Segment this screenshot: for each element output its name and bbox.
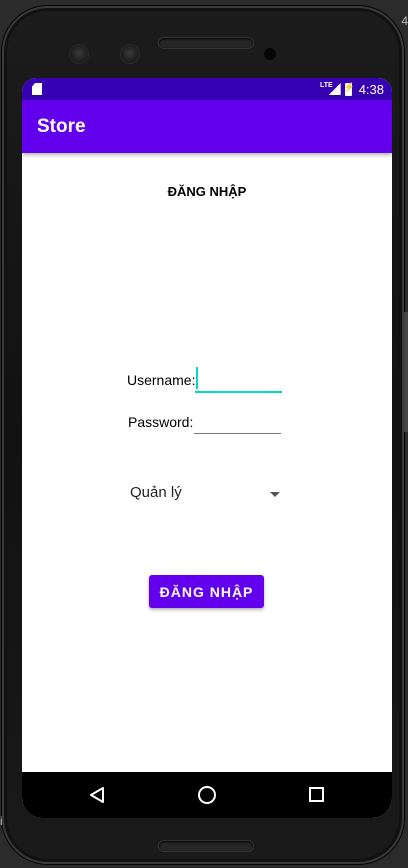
recents-icon[interactable] xyxy=(309,787,324,802)
top-speaker xyxy=(159,38,253,48)
role-selected-value: Quản lý xyxy=(130,484,182,501)
back-icon[interactable] xyxy=(89,787,105,803)
screen: LTE 4:38 Store ĐĂNG NHẬP Username: Passw… xyxy=(22,78,392,818)
dropdown-arrow-icon xyxy=(270,492,280,497)
network-type-label: LTE xyxy=(319,81,333,89)
username-input[interactable] xyxy=(195,366,282,393)
app-title: Store xyxy=(37,116,86,137)
bottom-speaker xyxy=(159,841,253,851)
home-icon[interactable] xyxy=(198,786,216,804)
login-button[interactable]: ĐĂNG NHẬP xyxy=(149,575,264,608)
status-bar: LTE 4:38 xyxy=(22,78,392,100)
login-heading: ĐĂNG NHẬP xyxy=(167,184,247,199)
edge-text-right: 4 xyxy=(401,14,408,28)
status-time: 4:38 xyxy=(358,81,384,97)
side-button xyxy=(404,312,408,432)
device-frame: LTE 4:38 Store ĐĂNG NHẬP Username: Passw… xyxy=(2,6,404,864)
status-icons: LTE 4:38 xyxy=(320,80,384,98)
navigation-bar xyxy=(22,772,392,818)
edge-text-left: i xyxy=(0,814,3,828)
front-camera-icon xyxy=(121,45,139,63)
sd-card-icon xyxy=(32,83,42,95)
front-camera-icon xyxy=(70,45,88,63)
battery-charging-icon xyxy=(344,82,355,96)
role-dropdown[interactable]: Quản lý xyxy=(130,481,280,505)
text-cursor xyxy=(196,367,198,389)
password-input[interactable] xyxy=(194,410,281,434)
username-label: Username: xyxy=(127,372,196,388)
app-bar: Store xyxy=(22,100,392,153)
password-label: Password: xyxy=(128,414,194,430)
proximity-sensor xyxy=(264,48,276,60)
